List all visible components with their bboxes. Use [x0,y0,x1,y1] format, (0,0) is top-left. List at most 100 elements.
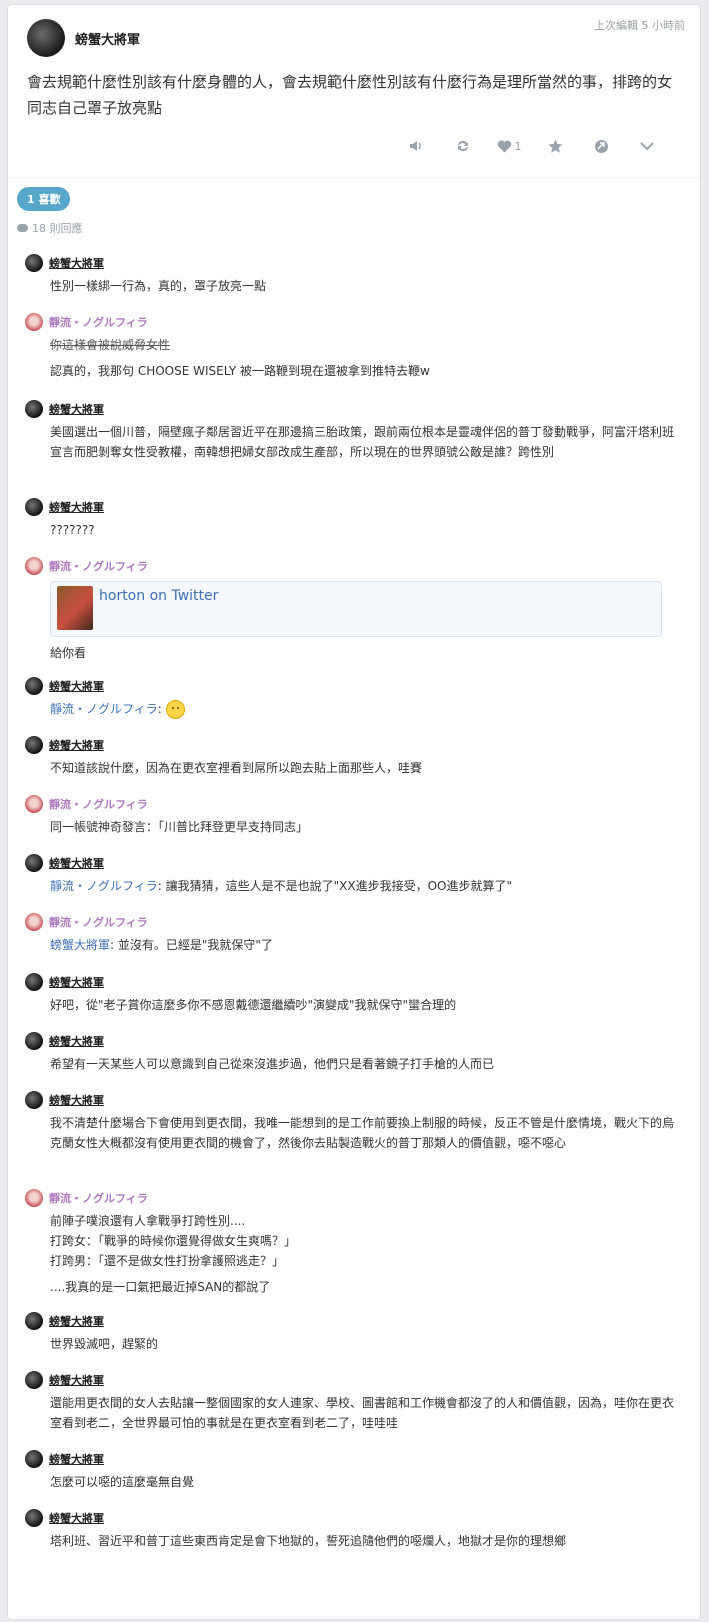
embed-thumbnail [57,586,93,630]
commenter-name[interactable]: 螃蟹大將軍 [49,678,104,694]
repost-icon [458,140,468,152]
commenter-name[interactable]: 螃蟹大將軍 [49,855,104,871]
commenter-name[interactable]: 螃蟹大將軍 [49,499,104,515]
commenter-avatar[interactable] [25,1091,43,1109]
comment-text: 還能用更衣間的女人去貼讓一整個國家的女人連家、學校、圖書館和工作機會都沒了的人和… [50,1396,675,1430]
commenter-avatar[interactable] [25,1371,43,1389]
commenter-name[interactable]: 螃蟹大將軍 [49,1510,104,1526]
comment: 螃蟹大將軍 美國選出一個川普，隔壁瘋子鄰居習近平在那邊搞三胎政策，跟前兩位根本是… [25,399,675,462]
twitter-embed[interactable]: horton on Twitter [50,581,662,637]
commenter-avatar[interactable] [25,1509,43,1527]
comment: 螃蟹大將軍 不知道該說什麼，因為在更衣室裡看到屌所以跑去貼上面那些人，哇賽 [25,735,675,778]
comment-text: 前陣子噗浪還有人拿戰爭打跨性別.... [50,1214,246,1228]
like-button[interactable]: 1 [486,135,532,157]
divider [8,177,700,178]
post-header: 螃蟹大將軍 [27,19,140,57]
replies-label: 18 則回應 [32,222,83,235]
commenter-avatar[interactable] [25,1450,43,1468]
comment: 螃蟹大將軍 性別一樣綁一行為，真的，罩子放亮一點 [25,253,675,296]
comment: 靜流・ノグルフィラ 前陣子噗浪還有人拿戰爭打跨性別.... 打跨女：「戰爭的時候… [25,1188,675,1297]
commenter-avatar[interactable] [25,1032,43,1050]
commenter-name[interactable]: 靜流・ノグルフィラ [49,558,148,574]
mention[interactable]: 靜流・ノグルフィラ [50,702,158,716]
comment-text: 塔利班、習近平和普丁這些東西肯定是會下地獄的，誓死追隨他們的噁爛人，地獄才是你的… [50,1534,567,1548]
comment-text: 並沒有。已經是"我就保守"了 [117,938,273,952]
comment: 靜流・ノグルフィラ 螃蟹大將軍: 並沒有。已經是"我就保守"了 [25,912,675,955]
commenter-name[interactable]: 靜流・ノグルフィラ [49,1190,148,1206]
commenter-name[interactable]: 螃蟹大將軍 [49,1092,104,1108]
commenter-avatar[interactable] [25,854,43,872]
share-icon [594,139,608,153]
comment-text: 希望有一天某些人可以意識到自己從來沒進步過，他們只是看著鏡子打手槍的人而已 [50,1057,495,1071]
commenter-name[interactable]: 螃蟹大將軍 [49,255,104,271]
comment-text: 怎麼可以噁的這麼毫無自覺 [50,1475,195,1489]
author-avatar[interactable] [27,19,65,57]
share-button[interactable] [578,135,624,157]
star-icon [548,139,562,153]
comment-text: 給你看 [50,646,87,660]
comment-text: 認真的，我那句 CHOOSE WISELY 被一路鞭到現在還被拿到推特去鞭w [50,364,430,378]
flushed-face-emoji-icon [165,700,185,719]
commenter-avatar[interactable] [25,736,43,754]
commenter-name[interactable]: 螃蟹大將軍 [49,974,104,990]
commenter-avatar[interactable] [25,1312,43,1330]
commenter-avatar[interactable] [25,498,43,516]
comment-text: ??????? [50,523,95,537]
commenter-name[interactable]: 靜流・ノグルフィラ [49,914,148,930]
star-button[interactable] [532,135,578,157]
volume-button[interactable] [394,135,440,157]
volume-icon [410,141,421,151]
mention[interactable]: 螃蟹大將軍 [50,938,110,952]
post-card: 螃蟹大將軍 上次編輯 5 小時前 會去規範什麼性別該有什麼身體的人，會去規範什麼… [7,4,701,1620]
comment-text: 性別一樣綁一行為，真的，罩子放亮一點 [50,279,267,293]
commenter-name[interactable]: 靜流・ノグルフィラ [49,796,148,812]
heart-icon [497,140,511,152]
commenter-avatar[interactable] [25,254,43,272]
commenter-name[interactable]: 螃蟹大將軍 [49,1313,104,1329]
commenter-avatar[interactable] [25,677,43,695]
commenter-name[interactable]: 螃蟹大將軍 [49,737,104,753]
comment: 螃蟹大將軍 還能用更衣間的女人去貼讓一整個國家的女人連家、學校、圖書館和工作機會… [25,1370,675,1433]
commenter-avatar[interactable] [25,973,43,991]
comment-text: 世界毀滅吧，趕緊的 [50,1337,159,1351]
comment: 螃蟹大將軍 希望有一天某些人可以意識到自己從來沒進步過，他們只是看著鏡子打手槍的… [25,1031,675,1074]
commenter-name[interactable]: 螃蟹大將軍 [49,1372,104,1388]
comment: 靜流・ノグルフィラ horton on Twitter 給你看 [25,556,675,663]
comment-text: 我不清楚什麼場合下會使用到更衣間，我唯一能想到的是工作前要換上制服的時候，反正不… [50,1116,675,1150]
edited-timestamp: 上次編輯 5 小時前 [594,19,685,32]
post-author[interactable]: 螃蟹大將軍 [75,29,140,48]
comment: 靜流・ノグルフィラ 你這樣會被說威脅女性 認真的，我那句 CHOOSE WISE… [25,312,675,381]
commenter-name[interactable]: 螃蟹大將軍 [49,401,104,417]
comment: 螃蟹大將軍 塔利班、習近平和普丁這些東西肯定是會下地獄的，誓死追隨他們的噁爛人，… [25,1508,675,1551]
commenter-avatar[interactable] [25,913,43,931]
commenter-avatar[interactable] [25,1189,43,1207]
comment: 螃蟹大將軍 ??????? [25,497,675,540]
comment: 螃蟹大將軍 怎麼可以噁的這麼毫無自覺 [25,1449,675,1492]
commenter-avatar[interactable] [25,795,43,813]
comment-text: 讓我猜猜，這些人是不是也說了"XX進步我接受，OO進步就算了" [165,879,512,893]
comment-text: 打跨男：「還不是做女性打扮拿護照逃走？」 [50,1254,285,1268]
comment: 螃蟹大將軍 好吧，從"老子賞你這麼多你不感恩戴德還繼續吵"演變成"我就保守"蠻合… [25,972,675,1015]
commenter-avatar[interactable] [25,557,43,575]
repost-button[interactable] [440,135,486,157]
comment-text: 打跨女：「戰爭的時候你還覺得做女生爽嗎？」 [50,1234,297,1248]
mention[interactable]: 靜流・ノグルフィラ [50,879,158,893]
embed-title[interactable]: horton on Twitter [99,588,218,604]
post-actions: 1 [394,135,670,157]
like-count: 1 [514,139,522,153]
more-button[interactable] [624,135,670,157]
comment-text: 美國選出一個川普，隔壁瘋子鄰居習近平在那邊搞三胎政策，跟前兩位根本是靈魂伴侶的普… [50,425,675,459]
commenter-avatar[interactable] [25,400,43,418]
comment-text: 同一帳號神奇發言：「川普比拜登更早支持同志」 [50,820,309,834]
comment: 螃蟹大將軍 靜流・ノグルフィラ: 讓我猜猜，這些人是不是也說了"XX進步我接受，… [25,853,675,896]
strikethrough-text: 你這樣會被說威脅女性 [50,338,171,352]
comment-text: 不知道該說什麼，因為在更衣室裡看到屌所以跑去貼上面那些人，哇賽 [50,761,423,775]
commenter-avatar[interactable] [25,313,43,331]
comment-text: 好吧，從"老子賞你這麼多你不感恩戴德還繼續吵"演變成"我就保守"蠻合理的 [50,998,457,1012]
likes-badge[interactable]: 1 喜歡 [17,187,71,211]
replies-count: 18 則回應 [17,220,83,236]
commenter-name[interactable]: 靜流・ノグルフィラ [49,314,148,330]
comment: 螃蟹大將軍 世界毀滅吧，趕緊的 [25,1311,675,1354]
commenter-name[interactable]: 螃蟹大將軍 [49,1033,104,1049]
commenter-name[interactable]: 螃蟹大將軍 [49,1451,104,1467]
